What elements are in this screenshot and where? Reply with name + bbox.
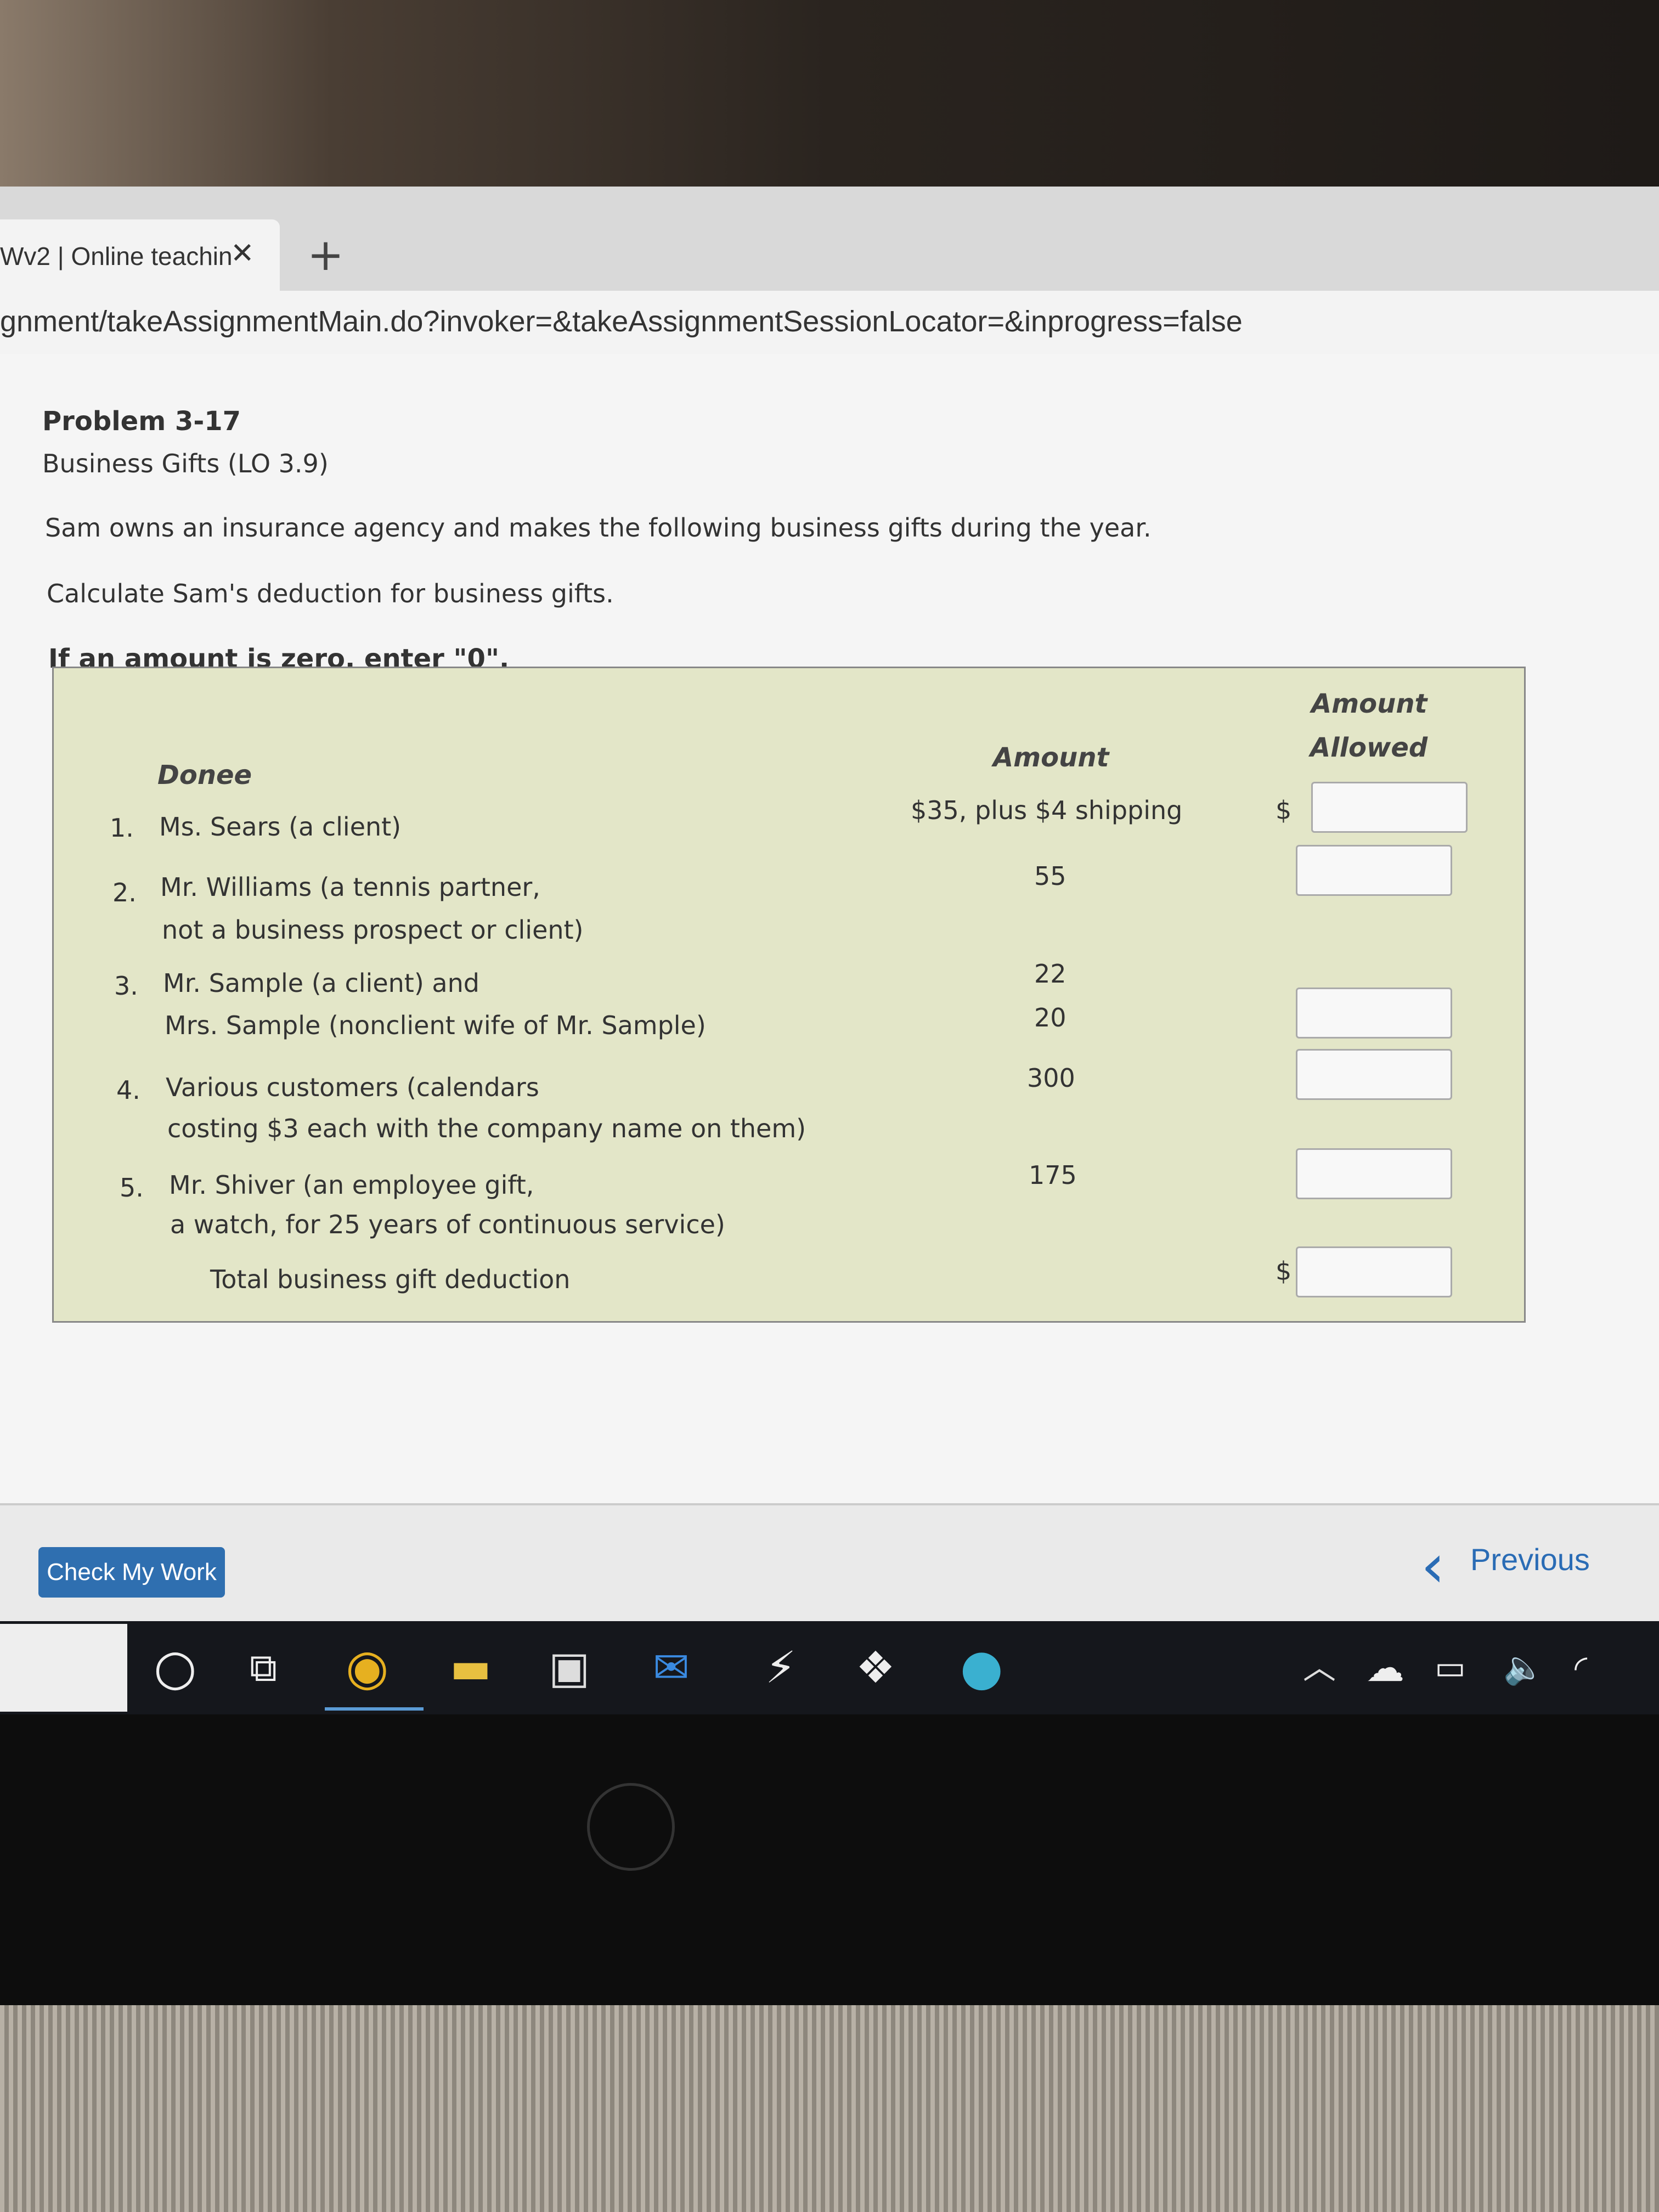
- store-icon[interactable]: ▣: [549, 1640, 590, 1695]
- donee-text-2: Mrs. Sample (nonclient wife of Mr. Sampl…: [165, 1011, 706, 1040]
- chevron-up-icon[interactable]: ︿: [1303, 1640, 1336, 1695]
- allowed-input-5[interactable]: [1296, 1148, 1452, 1199]
- allowed-input-2[interactable]: [1296, 845, 1452, 896]
- total-input[interactable]: [1296, 1246, 1452, 1297]
- donee-text: Various customers (calendars: [166, 1073, 539, 1102]
- donee-text: Ms. Sears (a client): [159, 812, 402, 842]
- check-my-work-button[interactable]: Check My Work: [38, 1547, 225, 1598]
- tab-title[interactable]: Wv2 | Online teachin: [0, 241, 233, 271]
- new-tab-button[interactable]: +: [307, 229, 344, 280]
- edge-icon[interactable]: ●: [960, 1640, 1003, 1695]
- chrome-icon[interactable]: ◉: [346, 1640, 389, 1695]
- gift-amount: 55: [1034, 861, 1066, 891]
- gift-amount: $35, plus $4 shipping: [911, 795, 1183, 825]
- url-text[interactable]: gnment/takeAssignmentMain.do?invoker=&ta…: [0, 304, 1243, 338]
- chevron-left-icon[interactable]: ‹: [1421, 1531, 1445, 1601]
- mail-icon[interactable]: ✉: [653, 1640, 690, 1695]
- donee-text-2: a watch, for 25 years of continuous serv…: [170, 1210, 725, 1239]
- onedrive-icon[interactable]: ☁: [1366, 1640, 1404, 1695]
- gift-amount-2: 20: [1034, 1003, 1066, 1032]
- laptop-keyboard-deck: [0, 2005, 1659, 2212]
- wifi-icon[interactable]: ◜: [1575, 1640, 1587, 1695]
- laptop-bezel: [0, 1714, 1659, 2005]
- problem-subtitle: Business Gifts (LO 3.9): [42, 449, 329, 478]
- allowed-input-1[interactable]: [1311, 782, 1468, 833]
- active-app-indicator: [325, 1707, 424, 1711]
- allowed-input-3b[interactable]: [1296, 1049, 1452, 1100]
- header-amount-allowed-1: Amount: [1311, 689, 1427, 719]
- dollar-sign: $: [1276, 795, 1292, 825]
- header-amount-allowed-2: Allowed: [1310, 732, 1428, 763]
- dollar-sign: $: [1276, 1256, 1292, 1286]
- problem-task: Calculate Sam's deduction for business g…: [47, 579, 614, 608]
- file-explorer-icon[interactable]: ▬: [450, 1640, 492, 1695]
- gift-amount: 300: [1027, 1063, 1075, 1093]
- battery-icon[interactable]: ▭: [1435, 1640, 1466, 1695]
- header-amount: Amount: [993, 742, 1109, 773]
- row-number: 3.: [114, 971, 138, 1001]
- row-number: 2.: [112, 878, 137, 907]
- dropbox-icon[interactable]: ❖: [856, 1640, 895, 1695]
- donee-text-2: not a business prospect or client): [162, 915, 584, 945]
- total-label: Total business gift deduction: [210, 1265, 571, 1294]
- header-donee: Donee: [157, 760, 252, 791]
- taskbar: [0, 1621, 1659, 1714]
- cortana-icon[interactable]: ○: [154, 1640, 197, 1695]
- gift-amount: 175: [1029, 1160, 1077, 1190]
- donee-text: Mr. Sample (a client) and: [163, 968, 479, 998]
- row-number: 5.: [120, 1173, 144, 1203]
- allowed-input-3a[interactable]: [1296, 988, 1452, 1039]
- donee-text: Mr. Williams (a tennis partner,: [160, 872, 540, 902]
- footer-bar: [0, 1503, 1659, 1623]
- row-number: 1.: [110, 813, 134, 843]
- problem-intro: Sam owns an insurance agency and makes t…: [45, 513, 1152, 543]
- task-view-icon[interactable]: ⧉: [250, 1640, 277, 1695]
- taskbar-search[interactable]: [0, 1624, 127, 1712]
- background-room: [0, 0, 1659, 187]
- donee-text: Mr. Shiver (an employee gift,: [169, 1170, 534, 1200]
- close-tab-icon[interactable]: ✕: [230, 237, 255, 270]
- row-number: 4.: [116, 1075, 140, 1105]
- gift-amount: 22: [1034, 959, 1066, 989]
- app-icon[interactable]: ⚡: [765, 1640, 796, 1695]
- donee-text-2: costing $3 each with the company name on…: [167, 1114, 806, 1143]
- volume-icon[interactable]: 🔈: [1503, 1640, 1544, 1695]
- problem-title: Problem 3-17: [42, 406, 241, 437]
- previous-button[interactable]: Previous: [1470, 1542, 1590, 1577]
- hp-logo: [587, 1783, 675, 1871]
